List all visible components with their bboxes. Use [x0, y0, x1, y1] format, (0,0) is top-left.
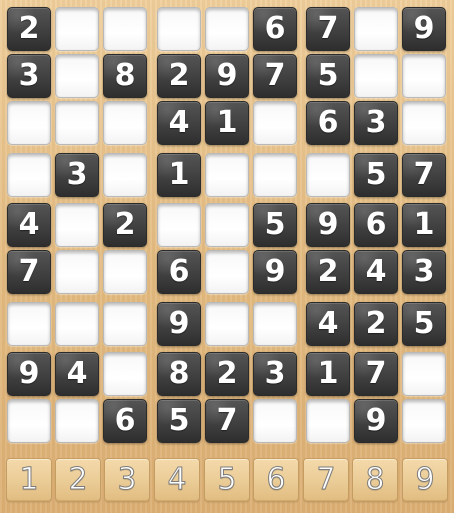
given-cell[interactable]: 9	[253, 250, 297, 294]
empty-cell[interactable]	[103, 352, 147, 396]
given-cell[interactable]: 1	[402, 203, 446, 247]
empty-cell[interactable]	[103, 250, 147, 294]
empty-cell[interactable]	[55, 399, 99, 443]
empty-cell[interactable]	[55, 101, 99, 145]
given-cell[interactable]: 7	[354, 352, 398, 396]
empty-cell[interactable]	[7, 399, 51, 443]
given-cell[interactable]: 7	[402, 153, 446, 197]
number-pad-button[interactable]: 7	[303, 458, 349, 502]
number-pad-button[interactable]: 5	[204, 458, 250, 502]
given-cell[interactable]: 6	[103, 399, 147, 443]
empty-cell[interactable]	[253, 101, 297, 145]
empty-cell[interactable]	[7, 302, 51, 346]
given-cell[interactable]: 1	[157, 153, 201, 197]
given-cell[interactable]: 3	[7, 54, 51, 98]
given-cell[interactable]: 5	[157, 399, 201, 443]
given-cell[interactable]: 2	[103, 203, 147, 247]
given-cell[interactable]: 6	[253, 7, 297, 51]
given-cell[interactable]: 7	[7, 250, 51, 294]
given-cell[interactable]: 9	[205, 54, 249, 98]
given-cell[interactable]: 4	[354, 250, 398, 294]
empty-cell[interactable]	[205, 7, 249, 51]
given-cell[interactable]: 2	[205, 352, 249, 396]
given-cell[interactable]: 9	[157, 302, 201, 346]
sudoku-board: 2679382975416331574259617692439425948231…	[0, 0, 454, 513]
given-cell[interactable]: 4	[306, 302, 350, 346]
given-cell[interactable]: 8	[157, 352, 201, 396]
empty-cell[interactable]	[55, 250, 99, 294]
given-cell[interactable]: 4	[55, 352, 99, 396]
empty-cell[interactable]	[7, 101, 51, 145]
empty-cell[interactable]	[354, 7, 398, 51]
empty-cell[interactable]	[402, 399, 446, 443]
empty-cell[interactable]	[205, 250, 249, 294]
given-cell[interactable]: 3	[402, 250, 446, 294]
empty-cell[interactable]	[157, 7, 201, 51]
empty-cell[interactable]	[306, 153, 350, 197]
given-cell[interactable]: 2	[354, 302, 398, 346]
given-cell[interactable]: 1	[205, 101, 249, 145]
empty-cell[interactable]	[306, 399, 350, 443]
given-cell[interactable]: 4	[157, 101, 201, 145]
empty-cell[interactable]	[55, 302, 99, 346]
number-pad-button[interactable]: 8	[352, 458, 398, 502]
given-cell[interactable]: 5	[402, 302, 446, 346]
given-cell[interactable]: 3	[55, 153, 99, 197]
given-cell[interactable]: 5	[306, 54, 350, 98]
number-pad-button[interactable]: 6	[253, 458, 299, 502]
given-cell[interactable]: 7	[306, 7, 350, 51]
empty-cell[interactable]	[7, 153, 51, 197]
empty-cell[interactable]	[157, 203, 201, 247]
given-cell[interactable]: 4	[7, 203, 51, 247]
given-cell[interactable]: 9	[354, 399, 398, 443]
empty-cell[interactable]	[55, 203, 99, 247]
empty-cell[interactable]	[205, 153, 249, 197]
empty-cell[interactable]	[402, 54, 446, 98]
given-cell[interactable]: 9	[7, 352, 51, 396]
empty-cell[interactable]	[354, 54, 398, 98]
empty-cell[interactable]	[205, 302, 249, 346]
given-cell[interactable]: 5	[253, 203, 297, 247]
given-cell[interactable]: 6	[157, 250, 201, 294]
given-cell[interactable]: 5	[354, 153, 398, 197]
given-cell[interactable]: 8	[103, 54, 147, 98]
given-cell[interactable]: 6	[306, 101, 350, 145]
given-cell[interactable]: 3	[253, 352, 297, 396]
empty-cell[interactable]	[205, 203, 249, 247]
empty-cell[interactable]	[55, 7, 99, 51]
given-cell[interactable]: 7	[205, 399, 249, 443]
empty-cell[interactable]	[253, 153, 297, 197]
empty-cell[interactable]	[253, 302, 297, 346]
number-pad-button[interactable]: 9	[402, 458, 448, 502]
empty-cell[interactable]	[402, 352, 446, 396]
given-cell[interactable]: 3	[354, 101, 398, 145]
empty-cell[interactable]	[103, 101, 147, 145]
given-cell[interactable]: 2	[157, 54, 201, 98]
number-pad-button[interactable]: 2	[55, 458, 101, 502]
empty-cell[interactable]	[55, 54, 99, 98]
empty-cell[interactable]	[103, 302, 147, 346]
given-cell[interactable]: 7	[253, 54, 297, 98]
empty-cell[interactable]	[402, 101, 446, 145]
given-cell[interactable]: 2	[7, 7, 51, 51]
given-cell[interactable]: 6	[354, 203, 398, 247]
given-cell[interactable]: 1	[306, 352, 350, 396]
number-pad-button[interactable]: 1	[6, 458, 52, 502]
number-pad-button[interactable]: 4	[154, 458, 200, 502]
given-cell[interactable]: 9	[402, 7, 446, 51]
given-cell[interactable]: 9	[306, 203, 350, 247]
empty-cell[interactable]	[103, 7, 147, 51]
given-cell[interactable]: 2	[306, 250, 350, 294]
number-pad-button[interactable]: 3	[104, 458, 150, 502]
empty-cell[interactable]	[253, 399, 297, 443]
empty-cell[interactable]	[103, 153, 147, 197]
